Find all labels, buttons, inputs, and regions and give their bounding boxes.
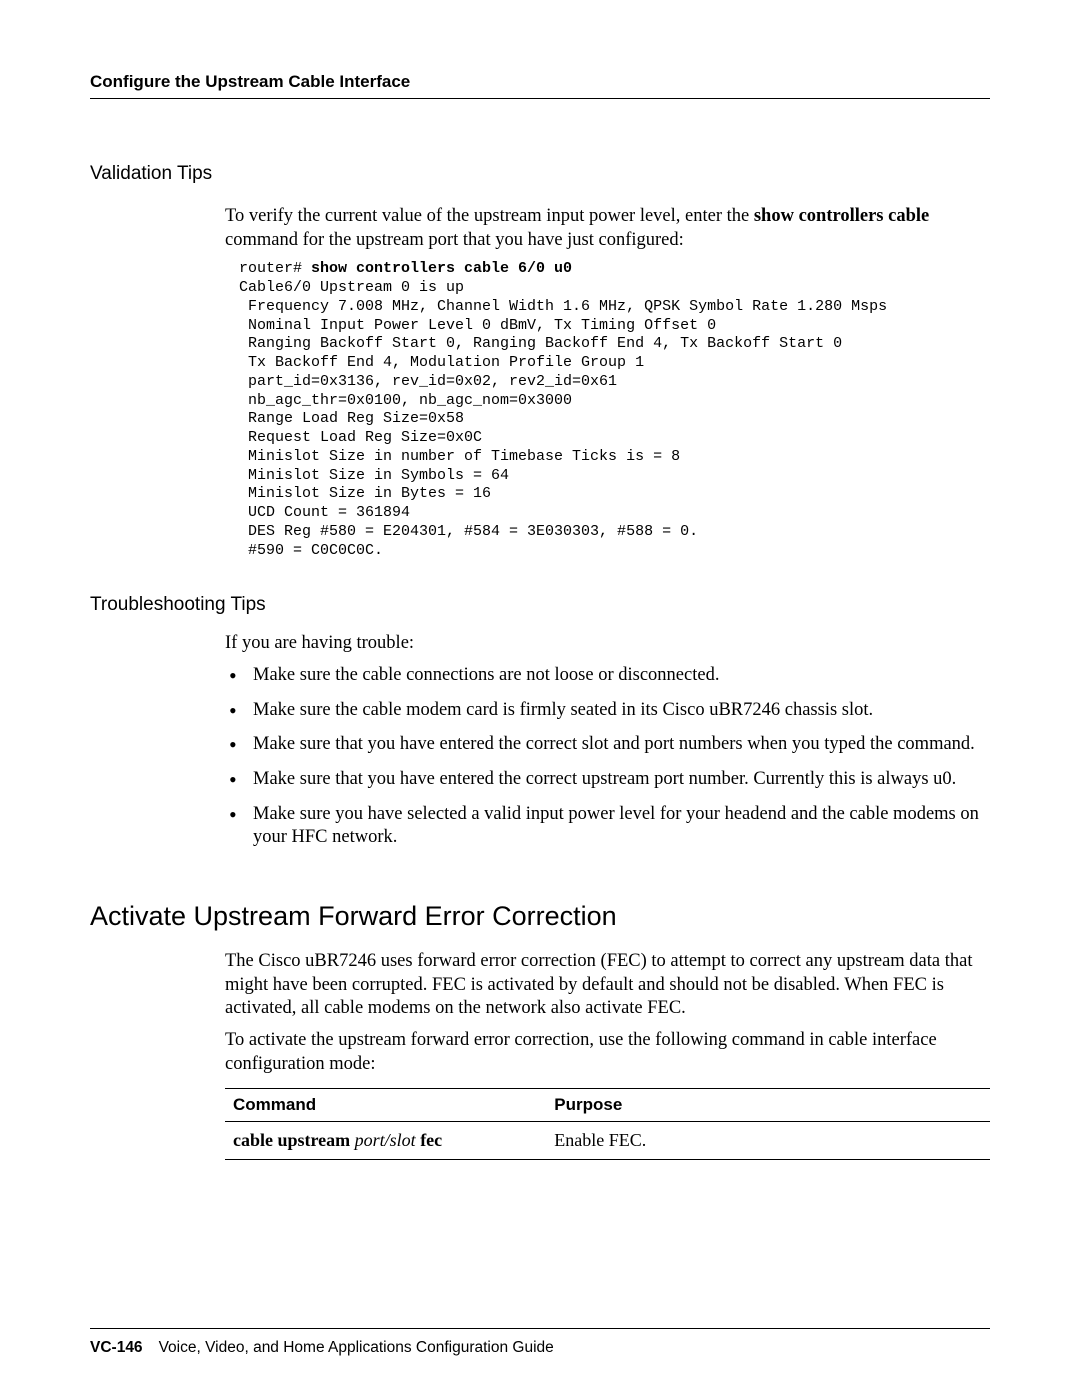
heading-troubleshooting-tips: Troubleshooting Tips — [90, 594, 990, 616]
validation-intro-prefix: To verify the current value of the upstr… — [225, 206, 754, 226]
validation-intro: To verify the current value of the upstr… — [225, 205, 990, 252]
code-line: nb_agc_thr=0x0100, nb_agc_nom=0x3000 — [239, 392, 572, 409]
code-line: Minislot Size in Bytes = 16 — [239, 485, 491, 502]
code-line: Nominal Input Power Level 0 dBmV, Tx Tim… — [239, 317, 716, 334]
list-item: Make sure the cable connections are not … — [225, 664, 990, 688]
code-prompt: router# — [239, 260, 311, 277]
command-table: Command Purpose cable upstream port/slot… — [225, 1088, 990, 1160]
code-line: Cable6/0 Upstream 0 is up — [239, 279, 464, 296]
fec-paragraph-2: To activate the upstream forward error c… — [225, 1029, 990, 1076]
code-command: show controllers cable 6/0 u0 — [311, 260, 572, 277]
cmd-text-italic: port/slot — [355, 1130, 416, 1150]
table-cell-purpose: Enable FEC. — [546, 1122, 990, 1160]
code-line: Minislot Size in number of Timebase Tick… — [239, 448, 680, 465]
list-item: Make sure you have selected a valid inpu… — [225, 803, 990, 850]
book-title: Voice, Video, and Home Applications Conf… — [159, 1339, 554, 1357]
table-header-command: Command — [225, 1089, 546, 1122]
heading-activate-fec: Activate Upstream Forward Error Correcti… — [90, 901, 990, 932]
validation-intro-command: show controllers cable — [754, 206, 929, 226]
code-line: Range Load Reg Size=0x58 — [239, 410, 464, 427]
list-item: Make sure the cable modem card is firmly… — [225, 699, 990, 723]
code-line: Request Load Reg Size=0x0C — [239, 429, 482, 446]
list-item: Make sure that you have entered the corr… — [225, 733, 990, 757]
page-number: VC-146 — [90, 1339, 143, 1357]
validation-intro-suffix: command for the upstream port that you h… — [225, 230, 684, 250]
table-row: cable upstream port/slot fec Enable FEC. — [225, 1122, 990, 1160]
code-output: router# show controllers cable 6/0 u0 Ca… — [239, 260, 990, 560]
running-header: Configure the Upstream Cable Interface — [90, 72, 990, 99]
code-line: Minislot Size in Symbols = 64 — [239, 467, 509, 484]
code-line: part_id=0x3136, rev_id=0x02, rev2_id=0x6… — [239, 373, 617, 390]
heading-validation-tips: Validation Tips — [90, 163, 990, 185]
cmd-text-suffix: fec — [416, 1130, 442, 1150]
page-footer: VC-146 Voice, Video, and Home Applicatio… — [90, 1328, 990, 1397]
troubleshooting-list: Make sure the cable connections are not … — [225, 664, 990, 850]
code-line: Tx Backoff End 4, Modulation Profile Gro… — [239, 354, 644, 371]
list-item: Make sure that you have entered the corr… — [225, 768, 990, 792]
code-line: Ranging Backoff Start 0, Ranging Backoff… — [239, 335, 842, 352]
table-cell-command: cable upstream port/slot fec — [225, 1122, 546, 1160]
code-line: Frequency 7.008 MHz, Channel Width 1.6 M… — [239, 298, 887, 315]
code-line: #590 = C0C0C0C. — [239, 542, 383, 559]
fec-paragraph-1: The Cisco uBR7246 uses forward error cor… — [225, 950, 990, 1021]
table-header-purpose: Purpose — [546, 1089, 990, 1122]
code-line: UCD Count = 361894 — [239, 504, 410, 521]
cmd-text-prefix: cable upstream — [233, 1130, 355, 1150]
code-line: DES Reg #580 = E204301, #584 = 3E030303,… — [239, 523, 698, 540]
troubleshooting-intro: If you are having trouble: — [225, 632, 990, 656]
